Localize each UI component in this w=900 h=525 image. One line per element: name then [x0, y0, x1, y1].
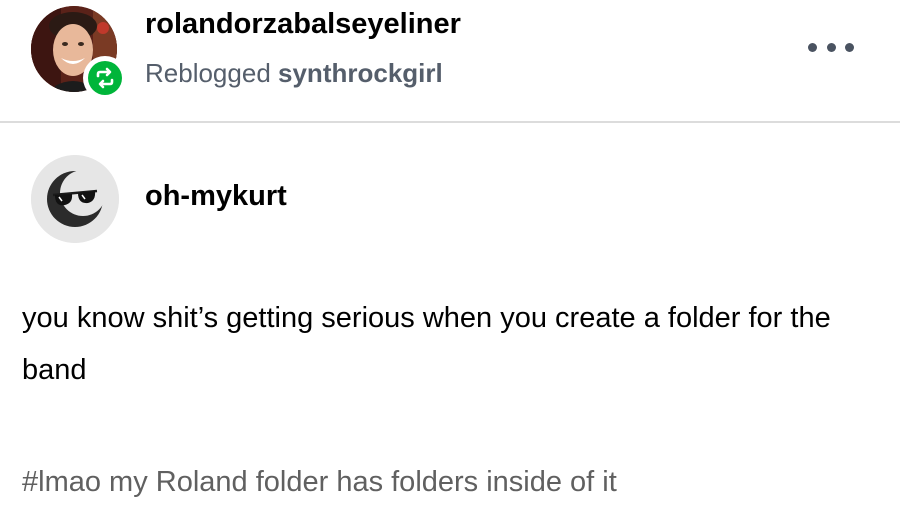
- reblog-badge: [83, 56, 127, 100]
- post-tag[interactable]: #lmao my Roland folder has folders insid…: [22, 462, 617, 502]
- reblog-attribution: Reblogged synthrockgirl: [145, 56, 443, 90]
- reblog-prefix: Reblogged: [145, 58, 271, 88]
- post-body-text: you know shit’s getting serious when you…: [22, 302, 831, 386]
- reblog-source-link[interactable]: synthrockgirl: [278, 58, 443, 88]
- tumblr-post: rolandorzabalseyeliner Reblogged synthro…: [0, 0, 900, 525]
- trail-avatar[interactable]: [31, 155, 119, 243]
- more-options-icon: [808, 42, 817, 52]
- sunglasses-moon-avatar-icon: [31, 155, 119, 243]
- post-header: rolandorzabalseyeliner Reblogged synthro…: [0, 0, 900, 122]
- reblogger-avatar-wrap[interactable]: [31, 6, 127, 100]
- more-options-icon-dot: [845, 42, 854, 52]
- more-options-button[interactable]: [808, 38, 854, 56]
- header-divider: [0, 121, 900, 123]
- reblog-icon: [88, 61, 122, 95]
- trail-blog-name[interactable]: oh-mykurt: [145, 178, 287, 214]
- more-options-icon-dot: [826, 42, 836, 52]
- reblogger-blog-name[interactable]: rolandorzabalseyeliner: [145, 6, 461, 42]
- reblog-arrows-icon: [96, 67, 114, 89]
